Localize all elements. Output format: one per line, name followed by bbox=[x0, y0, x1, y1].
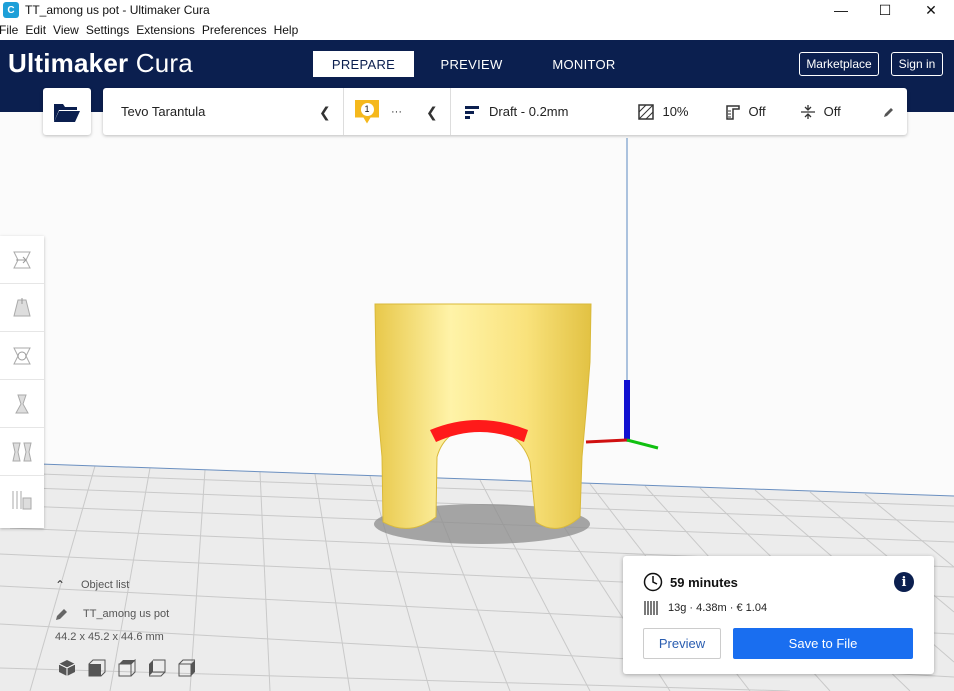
tab-monitor[interactable]: MONITOR bbox=[529, 51, 639, 77]
support-value: Off bbox=[748, 104, 766, 119]
menu-help[interactable]: Help bbox=[274, 23, 299, 37]
printer-chevron-icon[interactable]: ❮ bbox=[319, 104, 331, 121]
view-left-button[interactable] bbox=[147, 658, 166, 677]
menu-view[interactable]: View bbox=[53, 23, 79, 37]
mirror-icon bbox=[15, 394, 29, 413]
close-button[interactable]: ✕ bbox=[908, 0, 954, 20]
filament-spool-icon bbox=[644, 601, 658, 615]
material-usage: 13g · 4.38m · € 1.04 bbox=[668, 602, 768, 614]
menu-bar: File Edit View Settings Extensions Prefe… bbox=[0, 20, 954, 40]
adhesion-value: Off bbox=[823, 104, 841, 119]
x-axis bbox=[585, 438, 628, 444]
profile-icon bbox=[465, 105, 479, 119]
adhesion-icon bbox=[800, 104, 815, 119]
stage-toolbar: Tevo Tarantula ❮ 1 ··· ❮ Draft - 0.2mm 1… bbox=[103, 88, 907, 135]
scale-icon bbox=[13, 297, 31, 316]
preview-button[interactable]: Preview bbox=[643, 628, 721, 659]
tool-panel bbox=[0, 236, 44, 528]
menu-preferences[interactable]: Preferences bbox=[202, 23, 267, 37]
cube-3d-icon bbox=[58, 659, 75, 676]
per-model-settings-tool[interactable] bbox=[0, 428, 44, 476]
view-orientation-buttons bbox=[57, 658, 196, 677]
per-model-settings-icon bbox=[12, 442, 32, 461]
menu-settings[interactable]: Settings bbox=[86, 23, 129, 37]
object-dimensions: 44.2 x 45.2 x 44.6 mm bbox=[55, 631, 164, 643]
print-settings-selector[interactable]: Draft - 0.2mm 10% Off Off bbox=[465, 88, 905, 135]
stage-tabs: PREPARE PREVIEW MONITOR bbox=[313, 51, 639, 77]
minimize-button[interactable]: — bbox=[818, 0, 864, 20]
support-blocker-tool[interactable] bbox=[0, 476, 44, 524]
window-titlebar: C TT_among us pot - Ultimaker Cura — ☐ ✕ bbox=[0, 0, 954, 20]
open-file-button[interactable] bbox=[43, 88, 91, 135]
object-list-label: Object list bbox=[81, 579, 130, 591]
clock-icon bbox=[643, 572, 663, 592]
cube-front-icon bbox=[88, 659, 105, 676]
infill-icon bbox=[638, 103, 655, 120]
cura-app-icon: C bbox=[3, 2, 19, 18]
support-blocker-icon bbox=[12, 491, 32, 510]
move-icon bbox=[13, 251, 31, 268]
cube-top-icon bbox=[118, 658, 135, 676]
view-front-button[interactable] bbox=[87, 658, 106, 677]
tab-prepare[interactable]: PREPARE bbox=[313, 51, 414, 77]
ultimaker-cura-logo: Ultimaker Cura bbox=[8, 48, 193, 78]
cube-right-icon bbox=[178, 659, 195, 676]
menu-extensions[interactable]: Extensions bbox=[136, 23, 195, 37]
view-3d-button[interactable] bbox=[57, 658, 76, 677]
save-to-file-button[interactable]: Save to File bbox=[733, 628, 913, 659]
view-top-button[interactable] bbox=[117, 658, 136, 677]
y-axis bbox=[626, 438, 659, 450]
menu-edit[interactable]: Edit bbox=[25, 23, 46, 37]
marketplace-button[interactable]: Marketplace bbox=[799, 52, 879, 76]
profile-label: Draft - 0.2mm bbox=[489, 104, 569, 119]
mirror-tool[interactable] bbox=[0, 380, 44, 428]
infill-value: 10% bbox=[662, 104, 689, 119]
extruder-more: ··· bbox=[391, 105, 402, 118]
rotate-icon bbox=[13, 347, 31, 364]
tab-preview[interactable]: PREVIEW bbox=[414, 51, 529, 77]
extruder-selector[interactable]: 1 ··· bbox=[355, 88, 402, 135]
printer-name: Tevo Tarantula bbox=[121, 104, 206, 119]
chevron-up-icon: ⌃ bbox=[55, 578, 66, 592]
maximize-button[interactable]: ☐ bbox=[862, 0, 908, 20]
signin-button[interactable]: Sign in bbox=[891, 52, 943, 76]
object-info: ⌃ Object list TT_among us pot 44.2 x 45.… bbox=[55, 575, 169, 647]
object-name: TT_among us pot bbox=[83, 608, 170, 620]
print-summary-panel: 59 minutes i 13g · 4.38m · € 1.04 Previe… bbox=[623, 556, 934, 674]
object-pencil-icon bbox=[56, 609, 67, 620]
move-tool[interactable] bbox=[0, 236, 44, 284]
menu-file[interactable]: File bbox=[0, 23, 18, 37]
edit-pencil-icon[interactable] bbox=[883, 106, 895, 118]
extruder-badge-icon: 1 bbox=[355, 99, 379, 124]
print-info-icon[interactable]: i bbox=[894, 572, 914, 592]
support-icon bbox=[725, 104, 740, 120]
object-list-toggle[interactable]: ⌃ Object list bbox=[55, 575, 169, 595]
extruder-chevron-icon[interactable]: ❮ bbox=[426, 104, 438, 121]
rotate-tool[interactable] bbox=[0, 332, 44, 380]
scale-tool[interactable] bbox=[0, 284, 44, 332]
printer-selector[interactable]: Tevo Tarantula bbox=[121, 88, 205, 135]
window-title: TT_among us pot - Ultimaker Cura bbox=[25, 3, 210, 17]
print-time: 59 minutes bbox=[670, 574, 738, 590]
cube-left-icon bbox=[148, 659, 165, 676]
folder-open-icon bbox=[54, 103, 80, 122]
view-right-button[interactable] bbox=[177, 658, 196, 677]
